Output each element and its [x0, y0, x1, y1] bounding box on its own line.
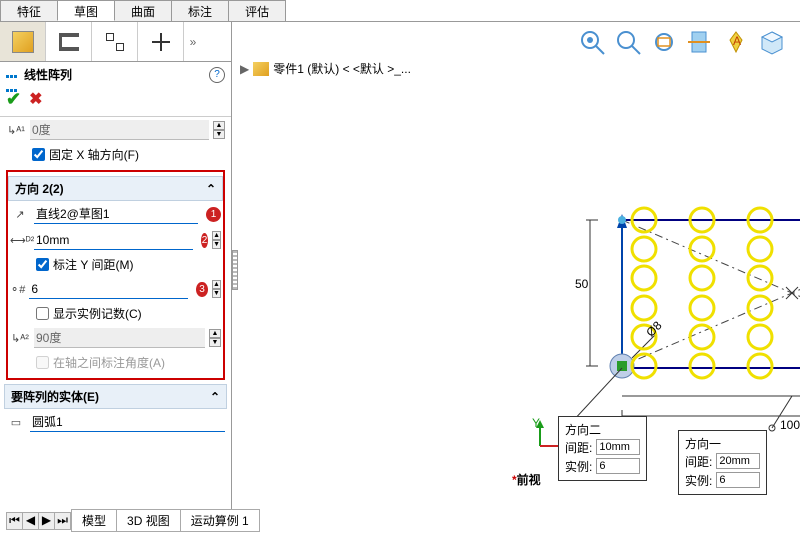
dir-icon: ↗: [10, 208, 30, 221]
box2-dist[interactable]: [716, 453, 760, 469]
box1-dist[interactable]: [596, 439, 640, 455]
show-num-label: 显示实例记数(C): [53, 305, 142, 322]
cross-icon: [152, 33, 170, 51]
angle2-input: [34, 328, 205, 348]
svg-text:A: A: [733, 34, 741, 48]
footer-nav[interactable]: ⏮◀▶⏭: [6, 512, 72, 530]
pattern-icon: [6, 68, 20, 82]
mark-y-check[interactable]: [36, 258, 49, 271]
mark-ang-label: 在轴之间标注角度(A): [53, 354, 165, 371]
dist-spinner[interactable]: ▲▼: [212, 231, 221, 249]
footer-tab-model[interactable]: 模型: [71, 509, 117, 532]
side-expand[interactable]: »: [184, 22, 202, 61]
fix-x-check[interactable]: [32, 148, 45, 161]
show-num-check[interactable]: [36, 307, 49, 320]
section-dir2[interactable]: 方向 2(2)⌃: [8, 176, 223, 201]
angle-icon: ↳ᴬ¹: [6, 124, 26, 137]
info-box-dir2: 方向二 间距: 实例:: [558, 416, 647, 481]
fix-x-label: 固定 X 轴方向(F): [49, 146, 139, 163]
axis-y: Y: [532, 416, 540, 430]
section-icon[interactable]: [686, 28, 716, 58]
box2-count[interactable]: [716, 472, 760, 488]
appearance-icon[interactable]: A: [722, 28, 752, 58]
side-tab-tree[interactable]: [92, 22, 138, 61]
panel-title: 线性阵列: [24, 66, 72, 83]
zoom-fit-icon[interactable]: [650, 28, 680, 58]
part-icon: [253, 62, 269, 76]
section-entities[interactable]: 要阵列的实体(E)⌃: [4, 384, 227, 409]
count-input[interactable]: [29, 279, 188, 299]
breadcrumb-back[interactable]: ▶: [240, 62, 249, 76]
dist-icon: ⟷ᴰ²: [10, 234, 30, 247]
mark-ang-check: [36, 356, 49, 369]
badge-1: 1: [206, 207, 221, 222]
tab-sketch[interactable]: 草图: [57, 0, 115, 21]
footer-tab-3d[interactable]: 3D 视图: [116, 509, 181, 532]
count-spinner[interactable]: ▲▼: [212, 280, 221, 298]
angle2-icon: ↳ᴬ²: [10, 332, 30, 345]
tab-surface[interactable]: 曲面: [114, 0, 172, 21]
box1-count[interactable]: [596, 458, 640, 474]
entity-input[interactable]: [30, 412, 225, 432]
angle2-spinner: ▲▼: [209, 329, 221, 347]
canvas-area[interactable]: A ▶ 零件1 (默认) < <默认 >_...: [232, 22, 800, 512]
tree-icon: [106, 33, 124, 51]
sketch-drawing: [552, 192, 800, 432]
ent-icon: ▭: [6, 416, 26, 429]
dim-height: 50: [575, 277, 588, 291]
dim-width: 100: [780, 418, 800, 432]
angle-spinner[interactable]: ▲▼: [213, 121, 225, 139]
zoom-icon[interactable]: [614, 28, 644, 58]
badge-2: 2: [201, 233, 208, 248]
footer-tab-motion[interactable]: 运动算例 1: [180, 509, 260, 532]
angle-input[interactable]: [30, 120, 209, 140]
info-box-dir1: 方向一 间距: 实例:: [678, 430, 767, 495]
tab-annot[interactable]: 标注: [171, 0, 229, 21]
cube-icon: [12, 31, 34, 53]
view-cube-icon[interactable]: [758, 28, 788, 58]
tab-eval[interactable]: 评估: [228, 0, 286, 21]
badge-3: 3: [196, 282, 207, 297]
dist-input[interactable]: [34, 230, 193, 250]
ok-button[interactable]: ✔: [6, 89, 21, 110]
list-icon: [59, 33, 79, 51]
help-icon[interactable]: ?: [209, 67, 225, 83]
side-tab-origin[interactable]: [138, 22, 184, 61]
side-tab-feature[interactable]: [0, 22, 46, 61]
breadcrumb-text[interactable]: 零件1 (默认) < <默认 >_...: [273, 60, 411, 77]
zoom-gear-icon[interactable]: [578, 28, 608, 58]
count-icon: ⚬#: [10, 283, 25, 296]
side-tab-list[interactable]: [46, 22, 92, 61]
mark-y-label: 标注 Y 间距(M): [53, 256, 133, 273]
view-label: 前视: [512, 471, 541, 488]
tab-feature[interactable]: 特征: [0, 0, 58, 21]
splitter-handle[interactable]: [232, 250, 238, 290]
edge-input[interactable]: [34, 204, 198, 224]
cancel-button[interactable]: ✖: [29, 89, 42, 110]
